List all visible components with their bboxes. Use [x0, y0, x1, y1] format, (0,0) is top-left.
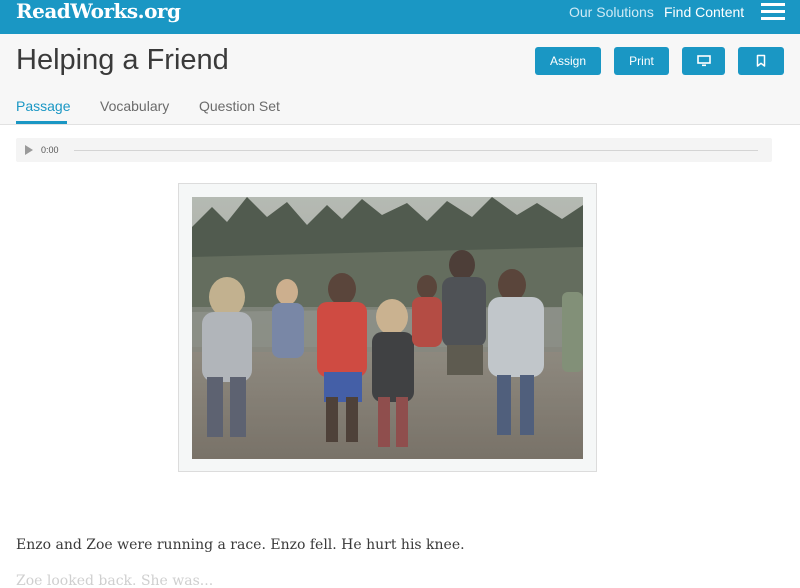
- nav-find-content[interactable]: Find Content: [664, 3, 744, 21]
- passage-text-line-faded: Zoe looked back. She was...: [16, 573, 214, 588]
- readworks-logo[interactable]: ReadWorks.org: [16, 0, 181, 24]
- top-navigation-bar: ReadWorks.org Our Solutions Find Content: [0, 0, 800, 34]
- page-title: Helping a Friend: [16, 44, 229, 76]
- audio-time: 0:00: [41, 145, 59, 155]
- active-tab-indicator: [16, 121, 67, 124]
- menu-icon[interactable]: [761, 2, 785, 22]
- nav-our-solutions[interactable]: Our Solutions: [569, 3, 654, 21]
- passage-header: Helping a Friend Assign Print Passage Vo…: [0, 34, 800, 125]
- audio-progress-track[interactable]: [74, 150, 758, 151]
- passage-photo: [192, 197, 583, 459]
- bookmark-icon: [756, 54, 766, 67]
- monitor-icon: [696, 55, 711, 67]
- bookmark-button[interactable]: [738, 47, 784, 75]
- passage-image-frame: [178, 183, 597, 472]
- tab-vocabulary[interactable]: Vocabulary: [100, 98, 169, 114]
- print-button[interactable]: Print: [614, 47, 669, 75]
- tab-question-set[interactable]: Question Set: [199, 98, 280, 114]
- present-button[interactable]: [682, 47, 725, 75]
- tab-passage[interactable]: Passage: [16, 98, 70, 114]
- play-icon[interactable]: [25, 145, 33, 155]
- audio-player: 0:00: [16, 138, 772, 162]
- assign-button[interactable]: Assign: [535, 47, 601, 75]
- passage-text-line: Enzo and Zoe were running a race. Enzo f…: [16, 537, 465, 553]
